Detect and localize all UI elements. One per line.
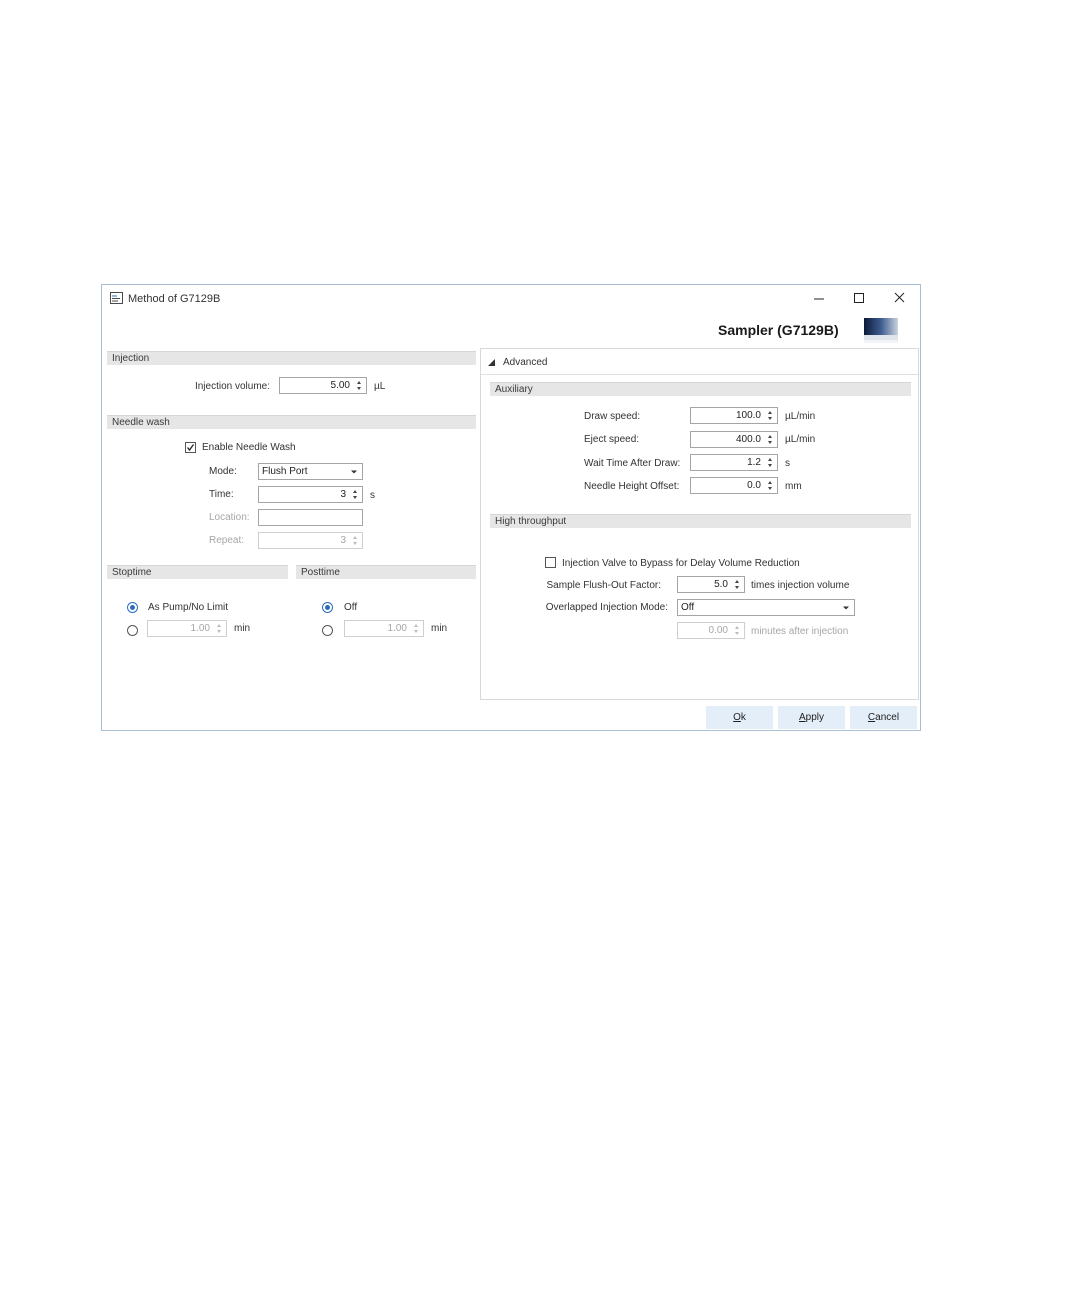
spin-arrows-icon[interactable] xyxy=(355,379,363,392)
draw-speed-value: 100.0 xyxy=(735,410,761,421)
spin-arrows-icon[interactable] xyxy=(766,433,774,446)
apply-button[interactable]: Apply xyxy=(778,706,845,729)
mode-value: Flush Port xyxy=(262,466,308,477)
draw-speed-label: Draw speed: xyxy=(584,411,641,422)
needle-offset-value: 0.0 xyxy=(747,480,761,491)
wait-time-label: Wait Time After Draw: xyxy=(584,458,681,469)
enable-needle-wash-label: Enable Needle Wash xyxy=(202,442,296,453)
bypass-checkbox[interactable] xyxy=(545,557,556,568)
overlap-mode-label: Overlapped Injection Mode: xyxy=(545,602,668,613)
injection-volume-value: 5.00 xyxy=(330,380,350,391)
injection-volume-unit: µL xyxy=(374,381,386,392)
location-label: Location: xyxy=(209,512,250,523)
spin-arrows-icon[interactable] xyxy=(351,534,359,547)
repeat-value: 3 xyxy=(340,535,346,546)
draw-speed-unit: µL/min xyxy=(785,411,816,422)
spin-arrows-icon[interactable] xyxy=(351,488,359,501)
advanced-divider xyxy=(481,374,918,375)
time-input[interactable]: 3 xyxy=(258,486,363,503)
time-unit: s xyxy=(370,490,375,501)
window-title: Method of G7129B xyxy=(128,293,221,305)
stoptime-value-radio[interactable] xyxy=(127,625,138,636)
apply-label: pply xyxy=(805,712,825,723)
injection-header: Injection xyxy=(107,351,476,365)
stoptime-header: Stoptime xyxy=(107,565,288,579)
stoptime-value-input[interactable]: 1.00 xyxy=(147,620,227,637)
spin-arrows-icon[interactable] xyxy=(766,409,774,422)
eject-speed-value: 400.0 xyxy=(735,434,761,445)
needle-offset-input[interactable]: 0.0 xyxy=(690,477,778,494)
cancel-label: ancel xyxy=(875,712,900,723)
spin-arrows-icon[interactable] xyxy=(733,624,741,637)
advanced-panel: Advanced Auxiliary Draw speed: 100.0 µL/… xyxy=(480,348,919,700)
time-value: 3 xyxy=(340,489,346,500)
ok-label: k xyxy=(740,712,746,723)
eject-speed-input[interactable]: 400.0 xyxy=(690,431,778,448)
maximize-icon[interactable] xyxy=(849,290,869,306)
repeat-input[interactable]: 3 xyxy=(258,532,363,549)
auxiliary-header: Auxiliary xyxy=(490,382,911,396)
ok-mnemonic: O xyxy=(733,712,741,723)
stoptime-no-limit-label: As Pump/No Limit xyxy=(148,602,229,613)
needle-offset-label: Needle Height Offset: xyxy=(584,481,680,492)
flush-factor-label: Sample Flush-Out Factor: xyxy=(546,580,661,591)
needle-offset-unit: mm xyxy=(785,481,802,492)
stoptime-no-limit-radio[interactable] xyxy=(127,602,138,613)
spin-arrows-icon[interactable] xyxy=(412,622,420,635)
mode-select[interactable]: Flush Port xyxy=(258,463,363,480)
spin-arrows-icon[interactable] xyxy=(766,456,774,469)
flush-factor-input[interactable]: 5.0 xyxy=(677,576,745,593)
bypass-label: Injection Valve to Bypass for Delay Volu… xyxy=(562,558,800,569)
injection-volume-label: Injection volume: xyxy=(194,381,270,392)
collapse-triangle-icon[interactable] xyxy=(487,358,496,367)
stoptime-unit: min xyxy=(234,623,251,634)
repeat-label: Repeat: xyxy=(209,535,245,546)
posttime-value-input[interactable]: 1.00 xyxy=(344,620,424,637)
high-throughput-header: High throughput xyxy=(490,514,911,528)
overlap-minutes-unit: minutes after injection xyxy=(751,626,849,637)
flush-factor-unit: times injection volume xyxy=(751,580,850,591)
module-name: Sampler (G7129B) xyxy=(718,322,839,338)
stoptime-value: 1.00 xyxy=(190,623,210,634)
injection-volume-input[interactable]: 5.00 xyxy=(279,377,367,394)
posttime-off-label: Off xyxy=(344,602,358,613)
overlap-mode-value: Off xyxy=(681,602,695,613)
posttime-value: 1.00 xyxy=(387,623,407,634)
enable-needle-wash-checkbox[interactable] xyxy=(185,442,196,453)
time-label: Time: xyxy=(209,489,234,500)
close-icon[interactable] xyxy=(890,290,910,306)
spin-arrows-icon[interactable] xyxy=(766,479,774,492)
posttime-unit: min xyxy=(431,623,448,634)
wait-time-input[interactable]: 1.2 xyxy=(690,454,778,471)
overlap-minutes-value: 0.00 xyxy=(708,625,728,636)
chevron-down-icon xyxy=(351,470,357,474)
sampler-module-icon xyxy=(864,318,898,343)
ok-button[interactable]: Ok xyxy=(706,706,773,729)
mode-label: Mode: xyxy=(209,466,237,477)
posttime-value-radio[interactable] xyxy=(322,625,333,636)
location-field[interactable] xyxy=(258,509,363,526)
flush-factor-value: 5.0 xyxy=(714,579,728,590)
wait-time-value: 1.2 xyxy=(747,457,761,468)
method-dialog: Method of G7129B Sampler (G7129B) Inject… xyxy=(101,284,921,731)
eject-speed-label: Eject speed: xyxy=(584,434,640,445)
posttime-header: Posttime xyxy=(296,565,476,579)
minimize-icon[interactable] xyxy=(809,290,829,306)
advanced-header[interactable]: Advanced xyxy=(503,357,547,368)
spin-arrows-icon[interactable] xyxy=(733,578,741,591)
apply-mnemonic: A xyxy=(798,712,806,723)
cancel-button[interactable]: Cancel xyxy=(850,706,917,729)
overlap-minutes-input[interactable]: 0.00 xyxy=(677,622,745,639)
spin-arrows-icon[interactable] xyxy=(215,622,223,635)
app-icon xyxy=(110,292,123,304)
wait-time-unit: s xyxy=(785,458,790,469)
overlap-mode-select[interactable]: Off xyxy=(677,599,855,616)
needle-wash-header: Needle wash xyxy=(107,415,476,429)
check-icon xyxy=(186,444,195,452)
draw-speed-input[interactable]: 100.0 xyxy=(690,407,778,424)
eject-speed-unit: µL/min xyxy=(785,434,816,445)
posttime-off-radio[interactable] xyxy=(322,602,333,613)
chevron-down-icon xyxy=(843,606,849,610)
